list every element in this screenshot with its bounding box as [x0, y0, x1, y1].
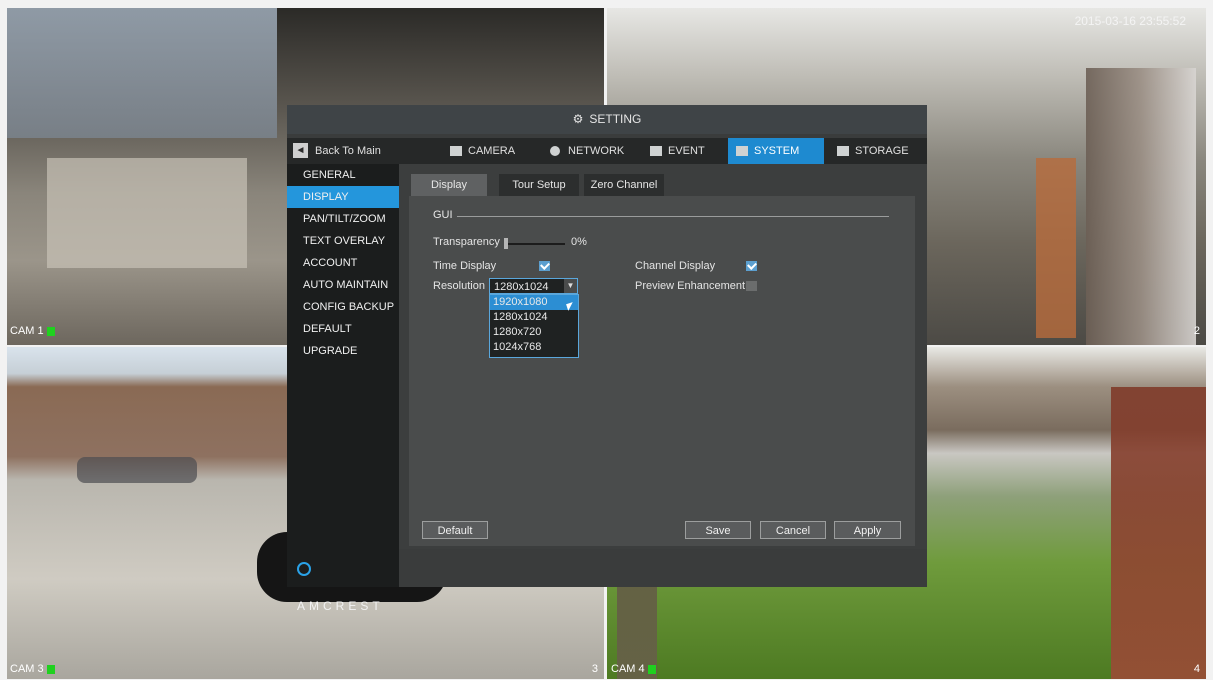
sidebar-item-upgrade[interactable]: UPGRADE — [287, 340, 399, 362]
gear-icon: ⚙ — [572, 112, 584, 126]
tab-label: CAMERA — [468, 145, 516, 157]
resolution-option-1280x720[interactable]: 1280x720 — [490, 325, 578, 340]
transparency-slider-track[interactable] — [505, 243, 565, 245]
settings-content: Display Tour Setup Zero Channel GUI Tran… — [399, 164, 927, 549]
logo-mark-icon — [297, 561, 311, 576]
apply-button[interactable]: Apply — [834, 521, 901, 539]
channel-display-checkbox[interactable] — [746, 261, 757, 271]
time-display-label: Time Display — [433, 260, 497, 272]
resolution-option-1920x1080[interactable]: 1920x1080 — [490, 295, 578, 310]
cancel-button[interactable]: Cancel — [760, 521, 826, 539]
tab-event[interactable]: EVENT — [642, 138, 713, 164]
display-panel: GUI Transparency 0% Time Display Channel… — [409, 196, 915, 546]
dialog-titlebar: ⚙ SETTING — [287, 105, 927, 134]
transparency-value: 0% — [571, 236, 587, 248]
tab-label: STORAGE — [855, 145, 909, 157]
recording-indicator-icon — [647, 664, 656, 674]
tab-label: SYSTEM — [754, 145, 800, 157]
channel-display-label: Channel Display — [635, 260, 716, 272]
camera-icon — [450, 146, 462, 156]
timestamp: 2015-03-16 23:55:52 — [1074, 14, 1186, 28]
network-icon — [550, 146, 560, 156]
subtab-zero-channel[interactable]: Zero Channel — [584, 174, 664, 196]
preview-enhancement-label: Preview Enhancement — [635, 280, 746, 292]
camera-scene-office-windows — [7, 8, 277, 138]
resolution-option-1024x768[interactable]: 1024x768 — [490, 340, 578, 355]
camera-scene-office-desks — [47, 158, 247, 268]
time-display-checkbox[interactable] — [539, 261, 550, 271]
sidebar-item-general[interactable]: GENERAL — [287, 164, 399, 186]
sidebar-item-text-overlay[interactable]: TEXT OVERLAY — [287, 230, 399, 252]
dialog-title: SETTING — [589, 112, 642, 126]
dialog-footer — [399, 549, 927, 587]
tab-network[interactable]: NETWORK — [542, 138, 632, 164]
settings-sidebar: GENERAL DISPLAY PAN/TILT/ZOOM TEXT OVERL… — [287, 164, 399, 549]
camera-label: CAM 4 — [611, 663, 656, 675]
camera-scene-parked-cars — [77, 457, 197, 483]
camera-number: 3 — [591, 663, 598, 675]
back-label: Back To Main — [315, 145, 381, 157]
event-icon — [650, 146, 662, 156]
tab-camera[interactable]: CAMERA — [442, 138, 523, 164]
settings-dialog: ⚙ SETTING ◄ Back To Main CAMERA NETWORK EV… — [287, 105, 927, 613]
tab-system[interactable]: SYSTEM — [728, 138, 824, 164]
sidebar-item-config-backup[interactable]: CONFIG BACKUP — [287, 296, 399, 318]
camera-number: 4 — [1193, 663, 1200, 675]
resolution-label: Resolution — [433, 280, 485, 292]
default-button[interactable]: Default — [422, 521, 488, 539]
resolution-select[interactable]: 1280x1024 ▼ — [489, 278, 578, 294]
system-icon — [736, 146, 748, 156]
preview-enhancement-checkbox[interactable] — [746, 281, 757, 291]
sidebar-item-default[interactable]: DEFAULT — [287, 318, 399, 340]
subtab-display[interactable]: Display — [411, 174, 487, 196]
gui-divider — [457, 216, 889, 217]
camera-scene-brick-wall — [1111, 387, 1206, 679]
subtab-tour-setup[interactable]: Tour Setup — [499, 174, 579, 196]
camera-scene-warehouse-shelves — [1086, 68, 1196, 345]
resolution-option-1280x1024[interactable]: 1280x1024 — [490, 310, 578, 325]
tab-storage[interactable]: STORAGE — [829, 138, 917, 164]
storage-icon — [837, 146, 849, 156]
gui-section-label: GUI — [433, 209, 453, 221]
sidebar-item-display[interactable]: DISPLAY — [287, 186, 399, 208]
sidebar-item-account[interactable]: ACCOUNT — [287, 252, 399, 274]
back-to-main-button[interactable]: ◄ Back To Main — [293, 141, 381, 161]
recording-indicator-icon — [46, 326, 55, 336]
transparency-label: Transparency — [433, 236, 500, 248]
tab-label: EVENT — [668, 145, 705, 157]
resolution-selected-value: 1280x1024 — [494, 281, 549, 293]
amcrest-logo: AMCREST — [287, 549, 399, 613]
sidebar-item-pan-tilt-zoom[interactable]: PAN/TILT/ZOOM — [287, 208, 399, 230]
tab-label: NETWORK — [568, 145, 625, 157]
camera-number: 2 — [1193, 325, 1200, 337]
camera-label: CAM 3 — [10, 663, 55, 675]
main-tab-bar: ◄ Back To Main CAMERA NETWORK EVENT SYSTE… — [287, 138, 927, 164]
sidebar-item-auto-maintain[interactable]: AUTO MAINTAIN — [287, 274, 399, 296]
camera-scene-boxes — [1036, 158, 1076, 338]
camera-label: CAM 1 — [10, 325, 55, 337]
recording-indicator-icon — [46, 664, 55, 674]
save-button[interactable]: Save — [685, 521, 751, 539]
chevron-down-icon[interactable]: ▼ — [564, 279, 577, 293]
logo-text: AMCREST — [297, 599, 384, 613]
back-arrow-icon: ◄ — [293, 143, 308, 158]
transparency-slider-knob[interactable] — [504, 238, 508, 249]
